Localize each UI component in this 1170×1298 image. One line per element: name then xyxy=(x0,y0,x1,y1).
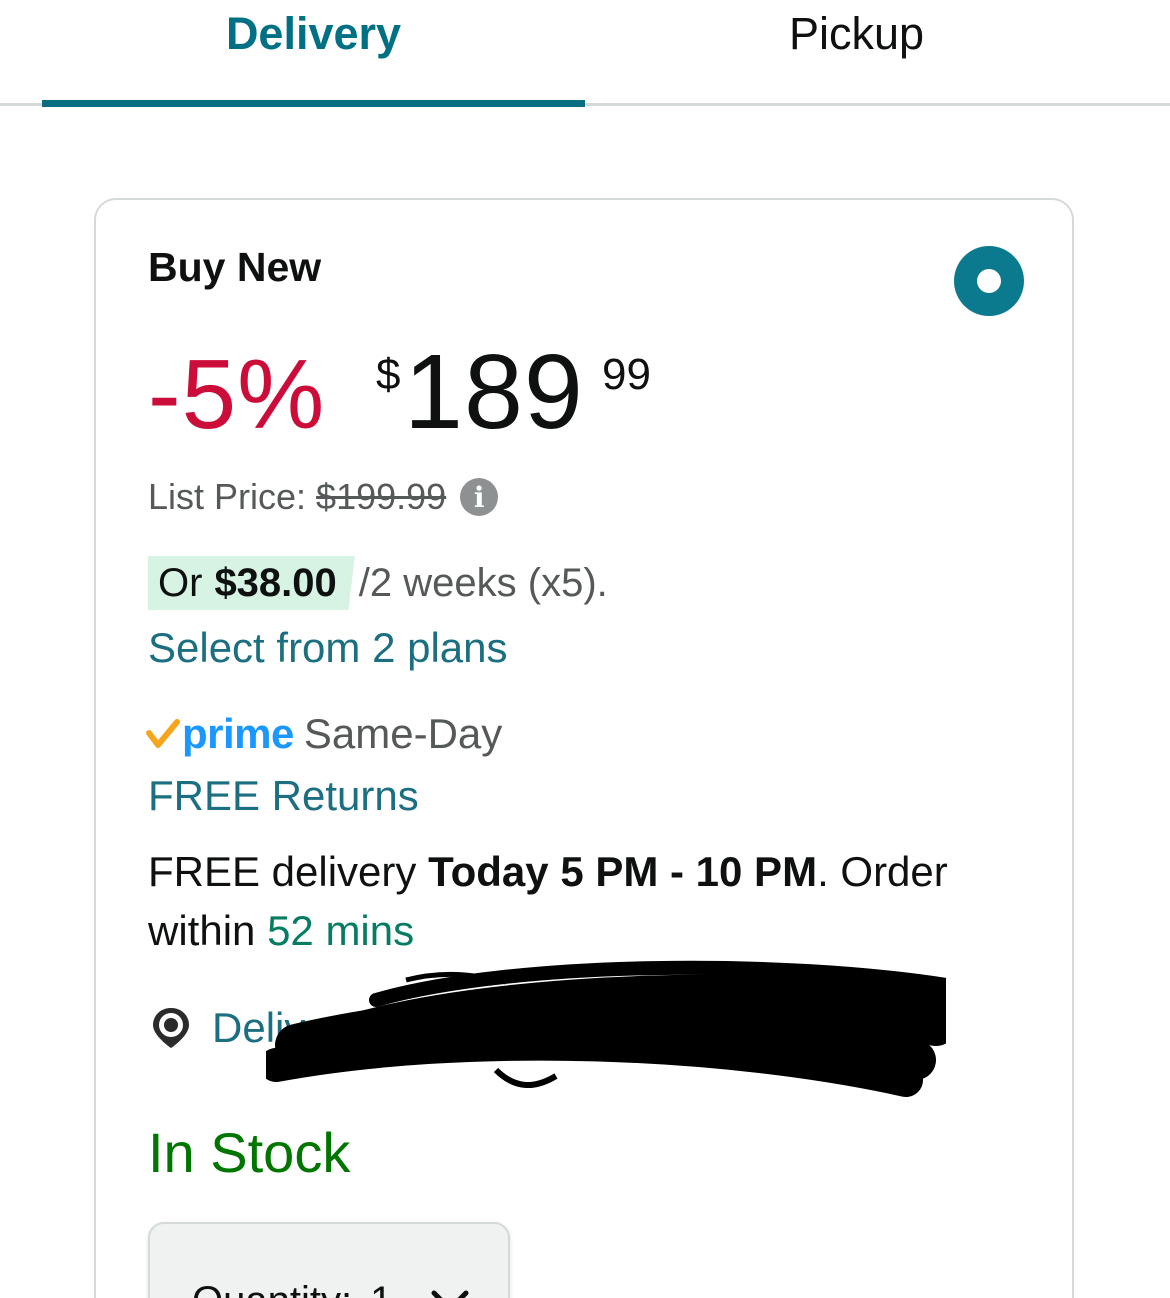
free-returns-link[interactable]: FREE Returns xyxy=(148,772,419,820)
quantity-label: Quantity: xyxy=(192,1279,352,1298)
redaction-scribble xyxy=(266,960,946,1097)
list-price: List Price: $199.99 i xyxy=(148,476,499,518)
offer-title: Buy New xyxy=(148,244,322,290)
radio-selected-dot xyxy=(977,269,1001,293)
installment-offer: Or $38.00 /2 weeks (x5). xyxy=(148,556,608,610)
prime-check-icon xyxy=(146,719,180,748)
installment-amount: $38.00 xyxy=(214,560,337,605)
tab-active-indicator xyxy=(42,100,585,107)
buy-new-offer-card[interactable]: Buy New -5% $ 189 99 List Price: $199.99… xyxy=(94,198,1074,1298)
page: Delivery Pickup Buy New -5% $ 189 99 Lis… xyxy=(0,0,1170,1298)
prime-same-day-label: Same-Day xyxy=(303,710,503,757)
installment-prefix: Or xyxy=(158,560,203,605)
prime-badge-row: prime Same-Day xyxy=(146,706,502,762)
installment-badge: Or $38.00 xyxy=(148,556,355,610)
tab-delivery-label: Delivery xyxy=(225,8,402,59)
tab-pickup-label: Pickup xyxy=(788,8,925,59)
list-price-value: $199.99 xyxy=(316,476,447,517)
list-price-label: List Price: xyxy=(148,476,307,517)
info-icon[interactable]: i xyxy=(460,478,499,516)
stock-status: In Stock xyxy=(148,1121,351,1184)
select-plans-link[interactable]: Select from 2 plans xyxy=(148,624,508,672)
discount-percent: -5% xyxy=(148,339,326,449)
delivery-window: Today 5 PM - 10 PM xyxy=(428,848,818,895)
offer-radio-button[interactable] xyxy=(954,246,1024,316)
delivery-method-tabs: Delivery Pickup xyxy=(0,0,1170,107)
price-fraction: 99 xyxy=(602,350,651,399)
price-currency-symbol: $ xyxy=(376,350,401,399)
delivery-prefix: FREE delivery xyxy=(148,848,417,895)
tab-pickup[interactable]: Pickup xyxy=(585,0,1128,104)
prime-logo: prime xyxy=(182,710,294,757)
quantity-value: 1 xyxy=(370,1279,392,1298)
installment-terms: /2 weeks (x5). xyxy=(358,560,608,605)
location-pin-icon xyxy=(153,1008,189,1048)
quantity-dropdown[interactable]: Quantity: 1 xyxy=(148,1222,510,1298)
tab-delivery[interactable]: Delivery xyxy=(42,0,585,104)
chevron-down-icon xyxy=(431,1290,469,1298)
price-whole: 189 xyxy=(404,333,584,451)
